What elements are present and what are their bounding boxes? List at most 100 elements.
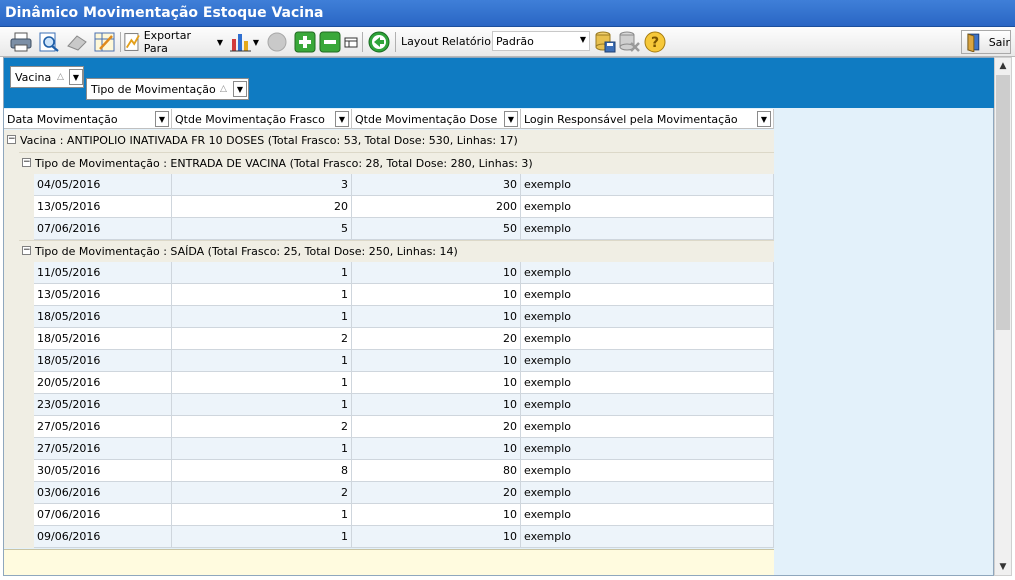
eraser-icon[interactable] <box>64 30 90 54</box>
table-cell-frasco: 2 <box>172 416 352 438</box>
bar-chart-icon <box>229 34 251 52</box>
svg-text:?: ? <box>651 35 659 51</box>
exit-label: Sair <box>988 35 1010 49</box>
table-cell-login: exemplo <box>521 350 774 372</box>
table-row[interactable]: 13/05/2016 20 200 exemplo <box>34 196 774 218</box>
table-row[interactable]: 18/05/2016 1 10 exemplo <box>34 306 774 328</box>
chevron-down-icon[interactable]: ▼ <box>233 81 247 97</box>
table-cell-date: 13/05/2016 <box>34 284 172 306</box>
table-cell-dose: 10 <box>352 284 521 306</box>
table-row[interactable]: 03/06/2016 2 20 exemplo <box>34 482 774 504</box>
help-icon[interactable]: ? <box>642 30 668 54</box>
table-row[interactable]: 23/05/2016 1 10 exemplo <box>34 394 774 416</box>
column-chooser-icon[interactable] <box>342 30 360 54</box>
table-cell-dose: 50 <box>352 218 521 240</box>
table-cell-login: exemplo <box>521 284 774 306</box>
edit-report-icon[interactable] <box>92 30 118 54</box>
group-row-vacina[interactable]: − Vacina : ANTIPOLIO INATIVADA FR 10 DOS… <box>4 130 774 152</box>
table-cell-frasco: 1 <box>172 394 352 416</box>
table-cell-dose: 20 <box>352 416 521 438</box>
layout-select[interactable]: Padrão ▼ <box>492 31 590 51</box>
group-row-tipo-movimentacao[interactable]: − Tipo de Movimentação : SAÍDA (Total Fra… <box>19 240 774 262</box>
disabled-circle-icon[interactable] <box>264 30 290 54</box>
chevron-down-icon[interactable]: ▼ <box>155 111 169 127</box>
exit-door-icon <box>967 33 980 52</box>
chevron-down-icon[interactable]: ▼ <box>504 111 518 127</box>
scroll-down-icon[interactable]: ▼ <box>995 559 1011 575</box>
layout-label: Layout Relatório <box>401 35 491 48</box>
chart-button[interactable]: ▼ <box>227 30 261 54</box>
print-icon[interactable] <box>8 30 34 54</box>
table-cell-dose: 10 <box>352 526 521 548</box>
table-row[interactable]: 30/05/2016 8 80 exemplo <box>34 460 774 482</box>
grid-rows: − Vacina : ANTIPOLIO INATIVADA FR 10 DOS… <box>4 130 774 548</box>
table-cell-dose: 10 <box>352 438 521 460</box>
collapse-icon[interactable]: − <box>7 135 16 144</box>
table-row[interactable]: 04/05/2016 3 30 exemplo <box>34 174 774 196</box>
table-row[interactable]: 07/06/2016 5 50 exemplo <box>34 218 774 240</box>
table-cell-date: 13/05/2016 <box>34 196 172 218</box>
table-row[interactable]: 09/06/2016 1 10 exemplo <box>34 526 774 548</box>
toolbar: Exportar Para ▼ ▼ Layout Relatório Padrã… <box>0 27 1015 57</box>
table-cell-dose: 10 <box>352 350 521 372</box>
column-header-label: Data Movimentação <box>7 113 118 126</box>
table-cell-dose: 200 <box>352 196 521 218</box>
table-row[interactable]: 13/05/2016 1 10 exemplo <box>34 284 774 306</box>
table-cell-date: 30/05/2016 <box>34 460 172 482</box>
table-cell-frasco: 1 <box>172 306 352 328</box>
table-cell-dose: 10 <box>352 262 521 284</box>
table-cell-date: 27/05/2016 <box>34 438 172 460</box>
chevron-down-icon[interactable]: ▼ <box>335 111 349 127</box>
vertical-scrollbar[interactable]: ▲ ▼ <box>994 57 1012 576</box>
title-bar: Dinâmico Movimentação Estoque Vacina <box>0 0 1015 27</box>
table-row[interactable]: 27/05/2016 1 10 exemplo <box>34 438 774 460</box>
export-button[interactable]: Exportar Para ▼ <box>123 29 223 55</box>
table-cell-date: 11/05/2016 <box>34 262 172 284</box>
table-cell-login: exemplo <box>521 526 774 548</box>
chevron-down-icon[interactable]: ▼ <box>757 111 771 127</box>
group-field-vacina[interactable]: Vacina △ ▼ <box>10 66 84 88</box>
group-row-label: Tipo de Movimentação : ENTRADA DE VACINA… <box>35 157 533 170</box>
print-preview-icon[interactable] <box>36 30 62 54</box>
scroll-up-icon[interactable]: ▲ <box>995 58 1011 74</box>
table-cell-frasco: 5 <box>172 218 352 240</box>
group-panel: Vacina △ ▼ Tipo de Movimentação △ ▼ <box>4 58 994 108</box>
column-header-data[interactable]: Data Movimentação ▼ <box>4 109 172 129</box>
group-field-label: Vacina <box>15 71 52 84</box>
table-cell-dose: 10 <box>352 504 521 526</box>
exit-button[interactable]: Sair <box>961 30 1011 54</box>
pivot-grid: Vacina △ ▼ Tipo de Movimentação △ ▼ Data… <box>3 57 994 576</box>
column-header-frasco[interactable]: Qtde Movimentação Frasco ▼ <box>172 109 352 129</box>
chevron-down-icon: ▼ <box>216 37 223 47</box>
table-cell-frasco: 1 <box>172 262 352 284</box>
table-cell-date: 04/05/2016 <box>34 174 172 196</box>
collapse-all-icon[interactable] <box>318 30 342 54</box>
sort-ascending-icon: △ <box>220 84 227 94</box>
back-arrow-icon[interactable] <box>366 30 392 54</box>
table-row[interactable]: 11/05/2016 1 10 exemplo <box>34 262 774 284</box>
group-row-label: Vacina : ANTIPOLIO INATIVADA FR 10 DOSES… <box>20 134 518 147</box>
table-cell-login: exemplo <box>521 460 774 482</box>
chevron-down-icon[interactable]: ▼ <box>69 69 83 85</box>
save-layout-icon[interactable] <box>592 30 618 54</box>
table-row[interactable]: 18/05/2016 2 20 exemplo <box>34 328 774 350</box>
expand-all-icon[interactable] <box>293 30 317 54</box>
collapse-icon[interactable]: − <box>22 246 31 255</box>
group-row-tipo-movimentacao[interactable]: − Tipo de Movimentação : ENTRADA DE VACIN… <box>19 152 774 174</box>
table-cell-login: exemplo <box>521 482 774 504</box>
table-cell-login: exemplo <box>521 372 774 394</box>
delete-layout-icon[interactable] <box>617 30 641 54</box>
scroll-thumb[interactable] <box>996 75 1010 330</box>
table-row[interactable]: 07/06/2016 1 10 exemplo <box>34 504 774 526</box>
table-cell-date: 09/06/2016 <box>34 526 172 548</box>
table-row[interactable]: 18/05/2016 1 10 exemplo <box>34 350 774 372</box>
table-row[interactable]: 20/05/2016 1 10 exemplo <box>34 372 774 394</box>
window-title: Dinâmico Movimentação Estoque Vacina <box>5 5 324 21</box>
group-field-tipo-movimentacao[interactable]: Tipo de Movimentação △ ▼ <box>86 78 249 100</box>
collapse-icon[interactable]: − <box>22 158 31 167</box>
column-header-dose[interactable]: Qtde Movimentação Dose ▼ <box>352 109 521 129</box>
group-indent <box>4 152 19 548</box>
table-row[interactable]: 27/05/2016 2 20 exemplo <box>34 416 774 438</box>
table-cell-dose: 10 <box>352 394 521 416</box>
column-header-login[interactable]: Login Responsável pela Movimentação ▼ <box>521 109 774 129</box>
